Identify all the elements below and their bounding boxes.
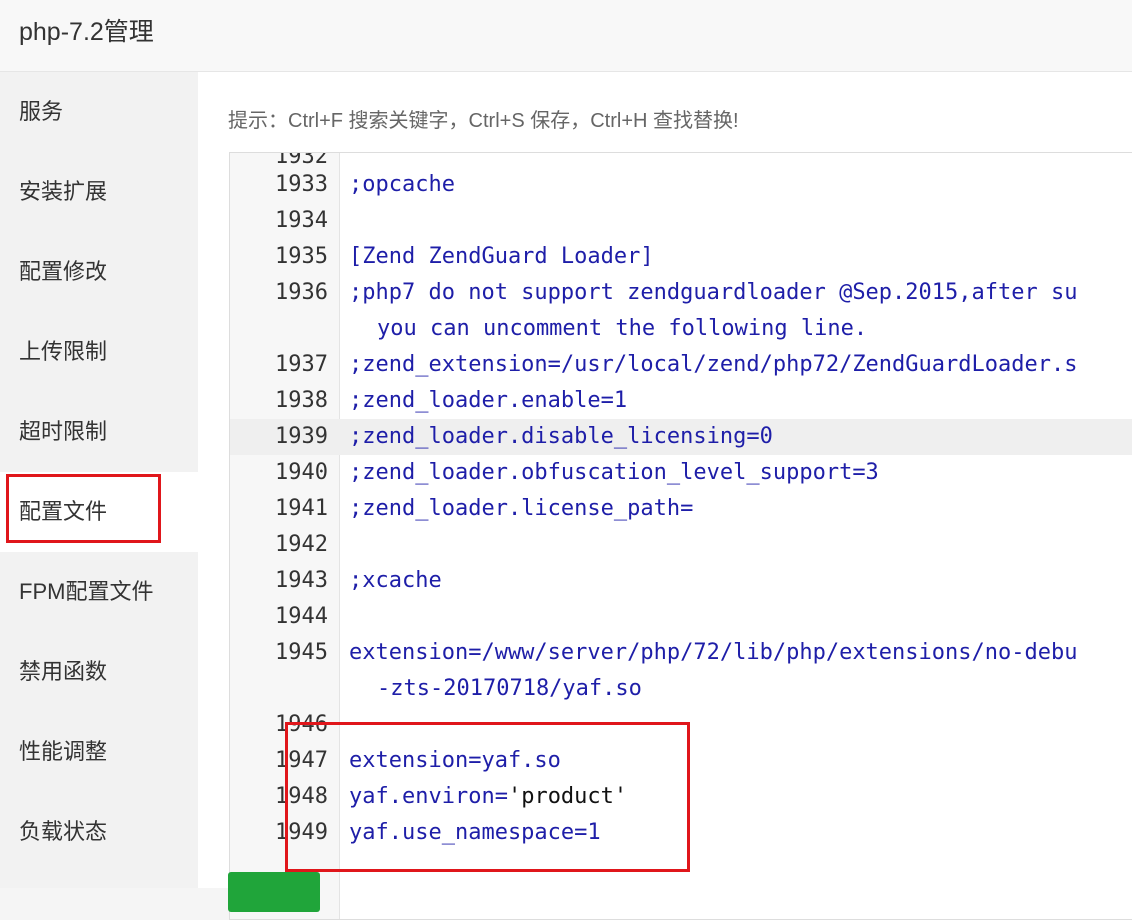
code-line-wrap[interactable]: you can uncomment the following line. [230,311,1132,347]
sidebar-item-disabled-functions[interactable]: 禁用函数 [0,632,198,712]
code-line[interactable]: 1942 [230,527,1132,563]
window-titlebar: php-7.2管理 [0,0,1132,72]
code-line[interactable]: 1936 ;php7 do not support zendguardloade… [230,275,1132,311]
line-number: 1946 [275,712,328,737]
code-text: ;zend_loader.obfuscation_level_support=3 [349,460,879,485]
sidebar-item-config-modify[interactable]: 配置修改 [0,232,198,312]
sidebar-item-service[interactable]: 服务 [0,72,198,152]
line-number: 1948 [275,784,328,809]
code-text: ;opcache [349,172,455,197]
code-line[interactable]: 1944 [230,599,1132,635]
line-number: 1935 [275,244,328,269]
save-button[interactable] [228,872,320,912]
code-text: ;xcache [349,568,442,593]
sidebar-item-upload-limit[interactable]: 上传限制 [0,312,198,392]
line-number: 1939 [275,424,328,449]
code-line[interactable]: 1934 [230,203,1132,239]
code-line-active[interactable]: 1939 ;zend_loader.disable_licensing=0 [230,419,1132,455]
line-number: 1949 [275,820,328,845]
line-number: 1940 [275,460,328,485]
code-text: ;php7 do not support zendguardloader @Se… [349,280,1078,305]
line-number: 1944 [275,604,328,629]
code-text: extension=yaf.so [349,748,561,773]
code-line[interactable]: 1935 [Zend ZendGuard Loader] [230,239,1132,275]
line-number: 1934 [275,208,328,233]
window-title: php-7.2管理 [19,18,154,46]
sidebar: 服务 安装扩展 配置修改 上传限制 超时限制 配置文件 FPM配置文件 禁用函数… [0,72,198,888]
line-number: 1942 [275,532,328,557]
code-line[interactable]: 1948 yaf.environ='product' [230,779,1132,815]
code-line[interactable]: 1943 ;xcache [230,563,1132,599]
line-number: 1945 [275,640,328,665]
sidebar-item-install-extension[interactable]: 安装扩展 [0,152,198,232]
sidebar-item-timeout-limit[interactable]: 超时限制 [0,392,198,472]
code-text: yaf.environ='product' [349,779,627,815]
shortcut-hint: 提示：Ctrl+F 搜索关键字，Ctrl+S 保存，Ctrl+H 查找替换! [228,110,739,132]
code-line-wrap[interactable]: -zts-20170718/yaf.so [230,671,1132,707]
code-line[interactable]: 1941 ;zend_loader.license_path= [230,491,1132,527]
code-line[interactable]: 1946 [230,707,1132,743]
line-number: 1933 [275,172,328,197]
code-line[interactable]: 1947 extension=yaf.so [230,743,1132,779]
code-editor[interactable]: 1932 1933 ;opcache 1934 1935 [Zend ZendG… [229,152,1132,920]
code-text-continuation: -zts-20170718/yaf.so [377,676,642,701]
code-line[interactable]: 1940 ;zend_loader.obfuscation_level_supp… [230,455,1132,491]
code-line[interactable]: 1933 ;opcache [230,167,1132,203]
code-text: ;zend_loader.enable=1 [349,388,628,413]
line-number: 1941 [275,496,328,521]
code-text-continuation: you can uncomment the following line. [377,316,868,341]
code-area[interactable]: 1932 1933 ;opcache 1934 1935 [Zend ZendG… [230,153,1132,919]
sidebar-item-fpm-config-file[interactable]: FPM配置文件 [0,552,198,632]
code-line[interactable]: 1945 extension=/www/server/php/72/lib/ph… [230,635,1132,671]
code-text: [Zend ZendGuard Loader] [349,244,654,269]
code-line[interactable]: 1949 yaf.use_namespace=1 [230,815,1132,851]
code-text: yaf.use_namespace=1 [349,820,601,845]
code-line[interactable]: 1938 ;zend_loader.enable=1 [230,383,1132,419]
code-text: extension=/www/server/php/72/lib/php/ext… [349,640,1078,665]
line-number: 1947 [275,748,328,773]
sidebar-item-load-status[interactable]: 负载状态 [0,792,198,872]
sidebar-item-config-file[interactable]: 配置文件 [0,472,198,552]
code-text: ;zend_loader.disable_licensing=0 [349,424,773,449]
line-number: 1936 [275,280,328,305]
line-number: 1937 [275,352,328,377]
code-string: 'product' [507,784,628,809]
line-number: 1943 [275,568,328,593]
code-text: ;zend_extension=/usr/local/zend/php72/Ze… [349,352,1078,377]
sidebar-item-performance-tuning[interactable]: 性能调整 [0,712,198,792]
code-key: yaf.environ= [349,784,508,809]
code-text: ;zend_loader.license_path= [349,496,694,521]
line-number: 1938 [275,388,328,413]
code-line[interactable]: 1937 ;zend_extension=/usr/local/zend/php… [230,347,1132,383]
main-panel: 提示：Ctrl+F 搜索关键字，Ctrl+S 保存，Ctrl+H 查找替换! 1… [198,72,1132,920]
